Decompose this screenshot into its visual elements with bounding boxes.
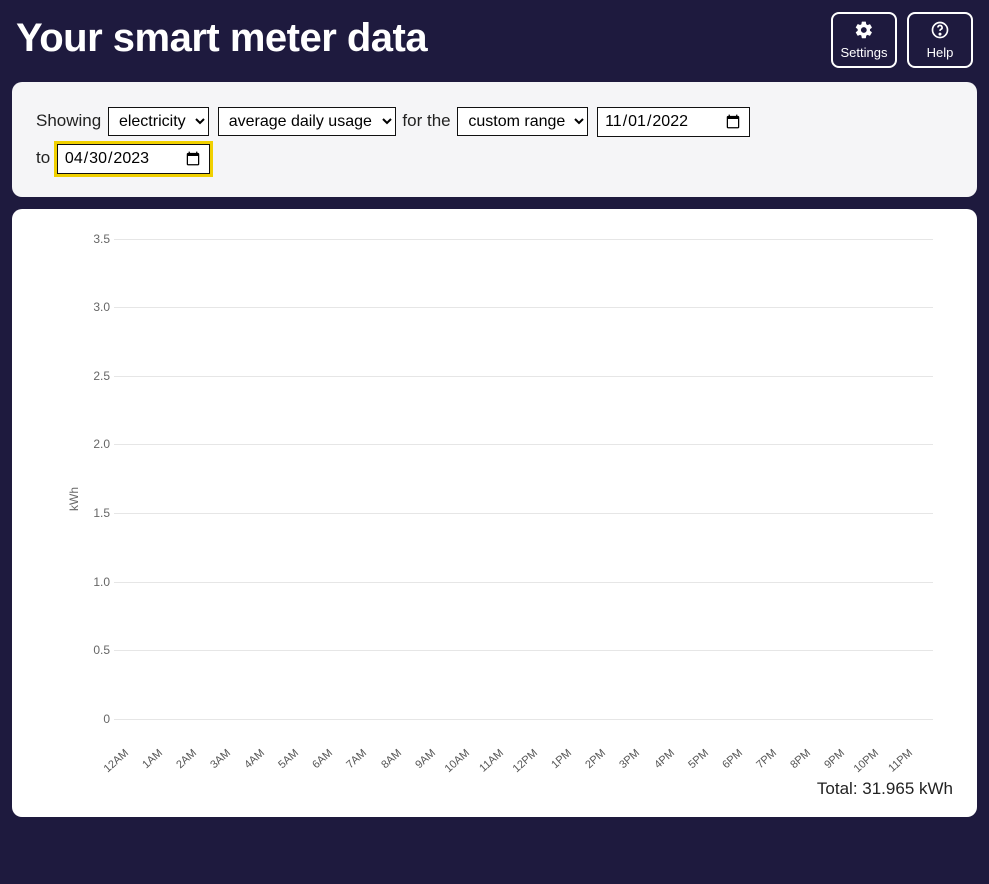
- y-tick: 0.5: [80, 643, 110, 657]
- x-tick: 5AM: [276, 747, 301, 771]
- x-tick: 10AM: [442, 747, 471, 775]
- y-tick: 2.5: [80, 369, 110, 383]
- y-tick: 1.0: [80, 575, 110, 589]
- from-date-input[interactable]: [597, 107, 750, 137]
- metric-select[interactable]: average daily usage: [218, 107, 396, 136]
- total-line: Total: 31.965 kWh: [36, 779, 953, 799]
- x-tick: 12PM: [511, 747, 540, 775]
- gear-icon: [854, 20, 874, 43]
- x-tick: 4PM: [652, 747, 677, 771]
- y-axis-label: kWh: [67, 487, 81, 511]
- x-tick: 8AM: [379, 747, 404, 771]
- x-tick: 1PM: [549, 747, 574, 771]
- y-tick: 3.5: [80, 232, 110, 246]
- help-button[interactable]: Help: [907, 12, 973, 68]
- x-tick: 7PM: [754, 747, 779, 771]
- help-icon: [930, 20, 950, 43]
- settings-button[interactable]: Settings: [831, 12, 897, 68]
- fuel-select[interactable]: electricity: [108, 107, 209, 136]
- settings-label: Settings: [841, 45, 888, 60]
- y-tick: 0: [80, 712, 110, 726]
- for-the-label: for the: [402, 111, 450, 130]
- to-label: to: [36, 148, 50, 167]
- x-tick: 9AM: [413, 747, 438, 771]
- range-select[interactable]: custom range: [457, 107, 588, 136]
- showing-label: Showing: [36, 111, 101, 130]
- to-date-input[interactable]: [57, 144, 210, 174]
- y-tick: 1.5: [80, 506, 110, 520]
- x-tick: 11AM: [477, 747, 506, 775]
- x-tick: 3PM: [618, 747, 643, 771]
- x-tick: 4AM: [242, 747, 267, 771]
- x-tick: 1AM: [140, 747, 165, 771]
- x-tick: 6AM: [310, 747, 335, 771]
- x-tick: 11PM: [887, 747, 916, 775]
- y-tick: 3.0: [80, 300, 110, 314]
- bar-chart: 00.51.01.52.02.53.03.512AM1AM2AM3AM4AM5A…: [114, 239, 933, 719]
- page-title: Your smart meter data: [16, 16, 427, 61]
- x-tick: 3AM: [208, 747, 233, 771]
- x-tick: 12AM: [101, 747, 130, 775]
- help-label: Help: [927, 45, 954, 60]
- x-tick: 10PM: [852, 747, 881, 775]
- y-tick: 2.0: [80, 437, 110, 451]
- x-tick: 2AM: [174, 747, 199, 771]
- x-tick: 5PM: [686, 747, 711, 771]
- x-tick: 6PM: [720, 747, 745, 771]
- x-tick: 2PM: [583, 747, 608, 771]
- x-tick: 7AM: [345, 747, 370, 771]
- x-tick: 8PM: [788, 747, 813, 771]
- grid-line: [114, 719, 933, 720]
- controls-panel: Showing electricity average daily usage …: [12, 82, 977, 197]
- chart-panel: kWh 00.51.01.52.02.53.03.512AM1AM2AM3AM4…: [12, 209, 977, 817]
- x-tick: 9PM: [822, 747, 847, 771]
